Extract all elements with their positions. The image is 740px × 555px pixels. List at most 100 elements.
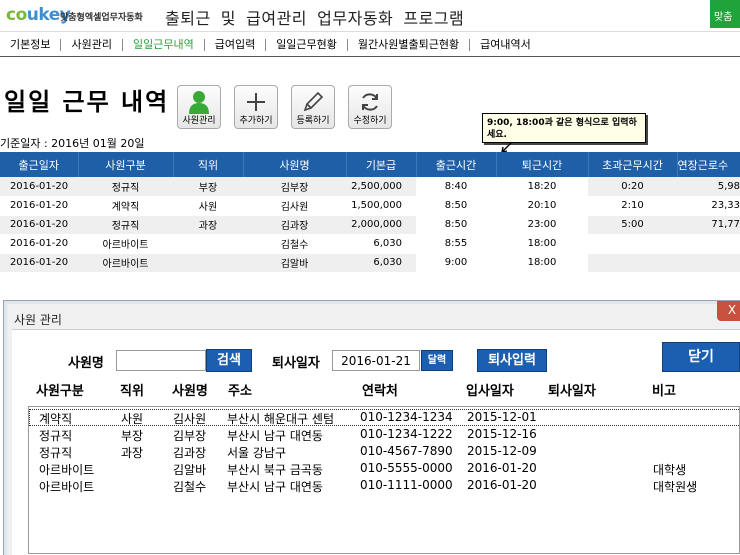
- table-row[interactable]: 2016-01-20 아르바이트 김철수 6,030 8:55 18:00: [0, 234, 740, 254]
- nav-daily-work[interactable]: 일일근무내역: [123, 38, 205, 51]
- cell[interactable]: [588, 253, 677, 273]
- employee-name-label: 사원명: [68, 356, 104, 371]
- cell[interactable]: 김과장: [243, 215, 346, 235]
- employee-name-input[interactable]: [116, 350, 206, 371]
- nav-salary-statement[interactable]: 급여내역서: [470, 38, 541, 51]
- cell[interactable]: [677, 253, 740, 273]
- refresh-icon: [349, 89, 391, 115]
- cell[interactable]: [173, 234, 243, 254]
- list-cell: 정규직: [39, 429, 73, 443]
- cell[interactable]: 18:00: [496, 234, 588, 254]
- nav-salary-input[interactable]: 급여입력: [205, 38, 267, 51]
- nav-employee-mgmt[interactable]: 사원관리: [61, 38, 123, 51]
- cell[interactable]: 0:20: [588, 177, 677, 197]
- list-cell: 김부장: [173, 429, 207, 443]
- cell[interactable]: 18:00: [496, 253, 588, 273]
- person-icon: [178, 89, 220, 115]
- cell[interactable]: [173, 253, 243, 273]
- cell[interactable]: 아르바이트: [78, 253, 173, 273]
- cell[interactable]: 5,98: [677, 177, 740, 197]
- cell[interactable]: 2016-01-20: [0, 234, 78, 254]
- cell[interactable]: 2,500,000: [346, 177, 416, 197]
- cell[interactable]: [588, 234, 677, 254]
- cell[interactable]: [677, 234, 740, 254]
- cell[interactable]: 사원: [173, 196, 243, 216]
- pencil-icon: [292, 89, 334, 115]
- cell[interactable]: 김철수: [243, 234, 346, 254]
- table-row[interactable]: 2016-01-20 정규직 부장 김부장 2,500,000 8:40 18:…: [0, 177, 740, 197]
- list-item[interactable]: 아르바이트 김알바 부산시 북구 금곡동 010-5555-0000 2016-…: [29, 460, 739, 477]
- list-cell: 2015-12-16: [467, 427, 537, 441]
- search-button[interactable]: 검색: [206, 349, 252, 372]
- app-header: coukey 맞춤형엑셀업무자동화 출퇴근 및 급여관리 업무자동화 프로그램 …: [0, 0, 740, 32]
- leave-input-button[interactable]: 퇴사입력: [477, 349, 547, 372]
- close-dialog-button[interactable]: 닫기: [662, 342, 740, 372]
- list-cell: 정규직: [39, 446, 73, 460]
- cell[interactable]: 6,030: [346, 234, 416, 254]
- cell[interactable]: 6,030: [346, 253, 416, 273]
- cell[interactable]: 8:50: [416, 215, 496, 235]
- cell[interactable]: 18:20: [496, 177, 588, 197]
- cell[interactable]: 아르바이트: [78, 234, 173, 254]
- cell[interactable]: 20:10: [496, 196, 588, 216]
- cell[interactable]: 계약직: [78, 196, 173, 216]
- edit-label: 수정하기: [353, 116, 387, 126]
- list-header-leave-date: 퇴사일자: [548, 384, 596, 399]
- list-cell: 2016-01-20: [467, 461, 537, 475]
- col-header: 직위: [173, 152, 244, 177]
- employee-mgmt-button[interactable]: 사원관리: [177, 85, 221, 129]
- cell[interactable]: 부장: [173, 177, 243, 197]
- list-item[interactable]: 정규직 부장 김부장 부산시 남구 대연동 010-1234-1222 2015…: [29, 426, 739, 443]
- list-cell: 010-1234-1222: [360, 427, 453, 441]
- table-row[interactable]: 2016-01-20 아르바이트 김알바 6,030 9:00 18:00: [0, 253, 740, 273]
- table-row[interactable]: 2016-01-20 정규직 과장 김과장 2,000,000 8:50 23:…: [0, 215, 740, 235]
- cell[interactable]: 23,33: [677, 196, 740, 216]
- corner-button[interactable]: 맞춤: [710, 0, 740, 28]
- cell[interactable]: 9:00: [416, 253, 496, 273]
- cell[interactable]: 김사원: [243, 196, 346, 216]
- cell[interactable]: 8:40: [416, 177, 496, 197]
- list-cell: 김사원: [173, 412, 207, 426]
- leave-date-input[interactable]: [332, 350, 420, 371]
- cell[interactable]: 2,000,000: [346, 215, 416, 235]
- list-header-position: 직위: [120, 384, 144, 399]
- cell[interactable]: 과장: [173, 215, 243, 235]
- calendar-button[interactable]: 달력: [421, 350, 453, 371]
- list-cell: 부산시 북구 금곡동: [227, 463, 323, 477]
- add-label: 추가하기: [239, 116, 273, 126]
- register-button[interactable]: 등록하기: [291, 85, 335, 129]
- cell[interactable]: 71,77: [677, 215, 740, 235]
- cell[interactable]: 2016-01-20: [0, 177, 78, 197]
- cell[interactable]: 2:10: [588, 196, 677, 216]
- register-label: 등록하기: [296, 116, 330, 126]
- list-item[interactable]: 계약직 사원 김사원 부산시 해운대구 센텀 010-1234-1234 201…: [29, 409, 739, 426]
- edit-button[interactable]: 수정하기: [348, 85, 392, 129]
- nav-basic-info[interactable]: 기본정보: [0, 38, 62, 51]
- table-row[interactable]: 2016-01-20 계약직 사원 김사원 1,500,000 8:50 20:…: [0, 196, 740, 216]
- cell[interactable]: 1,500,000: [346, 196, 416, 216]
- nav-monthly-attendance[interactable]: 월간사원별출퇴근현황: [348, 38, 471, 51]
- nav-daily-status[interactable]: 일일근무현황: [266, 38, 348, 51]
- cell[interactable]: 8:55: [416, 234, 496, 254]
- cell[interactable]: 2016-01-20: [0, 196, 78, 216]
- list-item[interactable]: 정규직 과장 김과장 서울 강남구 010-4567-7890 2015-12-…: [29, 443, 739, 460]
- cell[interactable]: 2016-01-20: [0, 253, 78, 273]
- dialog-close-button[interactable]: X: [717, 301, 740, 321]
- list-item[interactable]: 아르바이트 김철수 부산시 남구 대연동 010-1111-0000 2016-…: [29, 477, 739, 494]
- cell[interactable]: 김알바: [243, 253, 346, 273]
- cell[interactable]: 5:00: [588, 215, 677, 235]
- list-cell: 아르바이트: [39, 480, 95, 494]
- employee-listbox[interactable]: 계약직 사원 김사원 부산시 해운대구 센텀 010-1234-1234 201…: [28, 406, 740, 554]
- list-cell: 계약직: [39, 412, 73, 426]
- cell[interactable]: 정규직: [78, 215, 173, 235]
- cell[interactable]: 8:50: [416, 196, 496, 216]
- col-header: 사원구분: [78, 152, 174, 177]
- add-button[interactable]: 추가하기: [234, 85, 278, 129]
- plus-icon: [235, 89, 277, 115]
- list-cell: 대학원생: [653, 480, 698, 494]
- cell[interactable]: 김부장: [243, 177, 346, 197]
- cell[interactable]: 2016-01-20: [0, 215, 78, 235]
- cell[interactable]: 23:00: [496, 215, 588, 235]
- cell[interactable]: 정규직: [78, 177, 173, 197]
- list-cell: 아르바이트: [39, 463, 95, 477]
